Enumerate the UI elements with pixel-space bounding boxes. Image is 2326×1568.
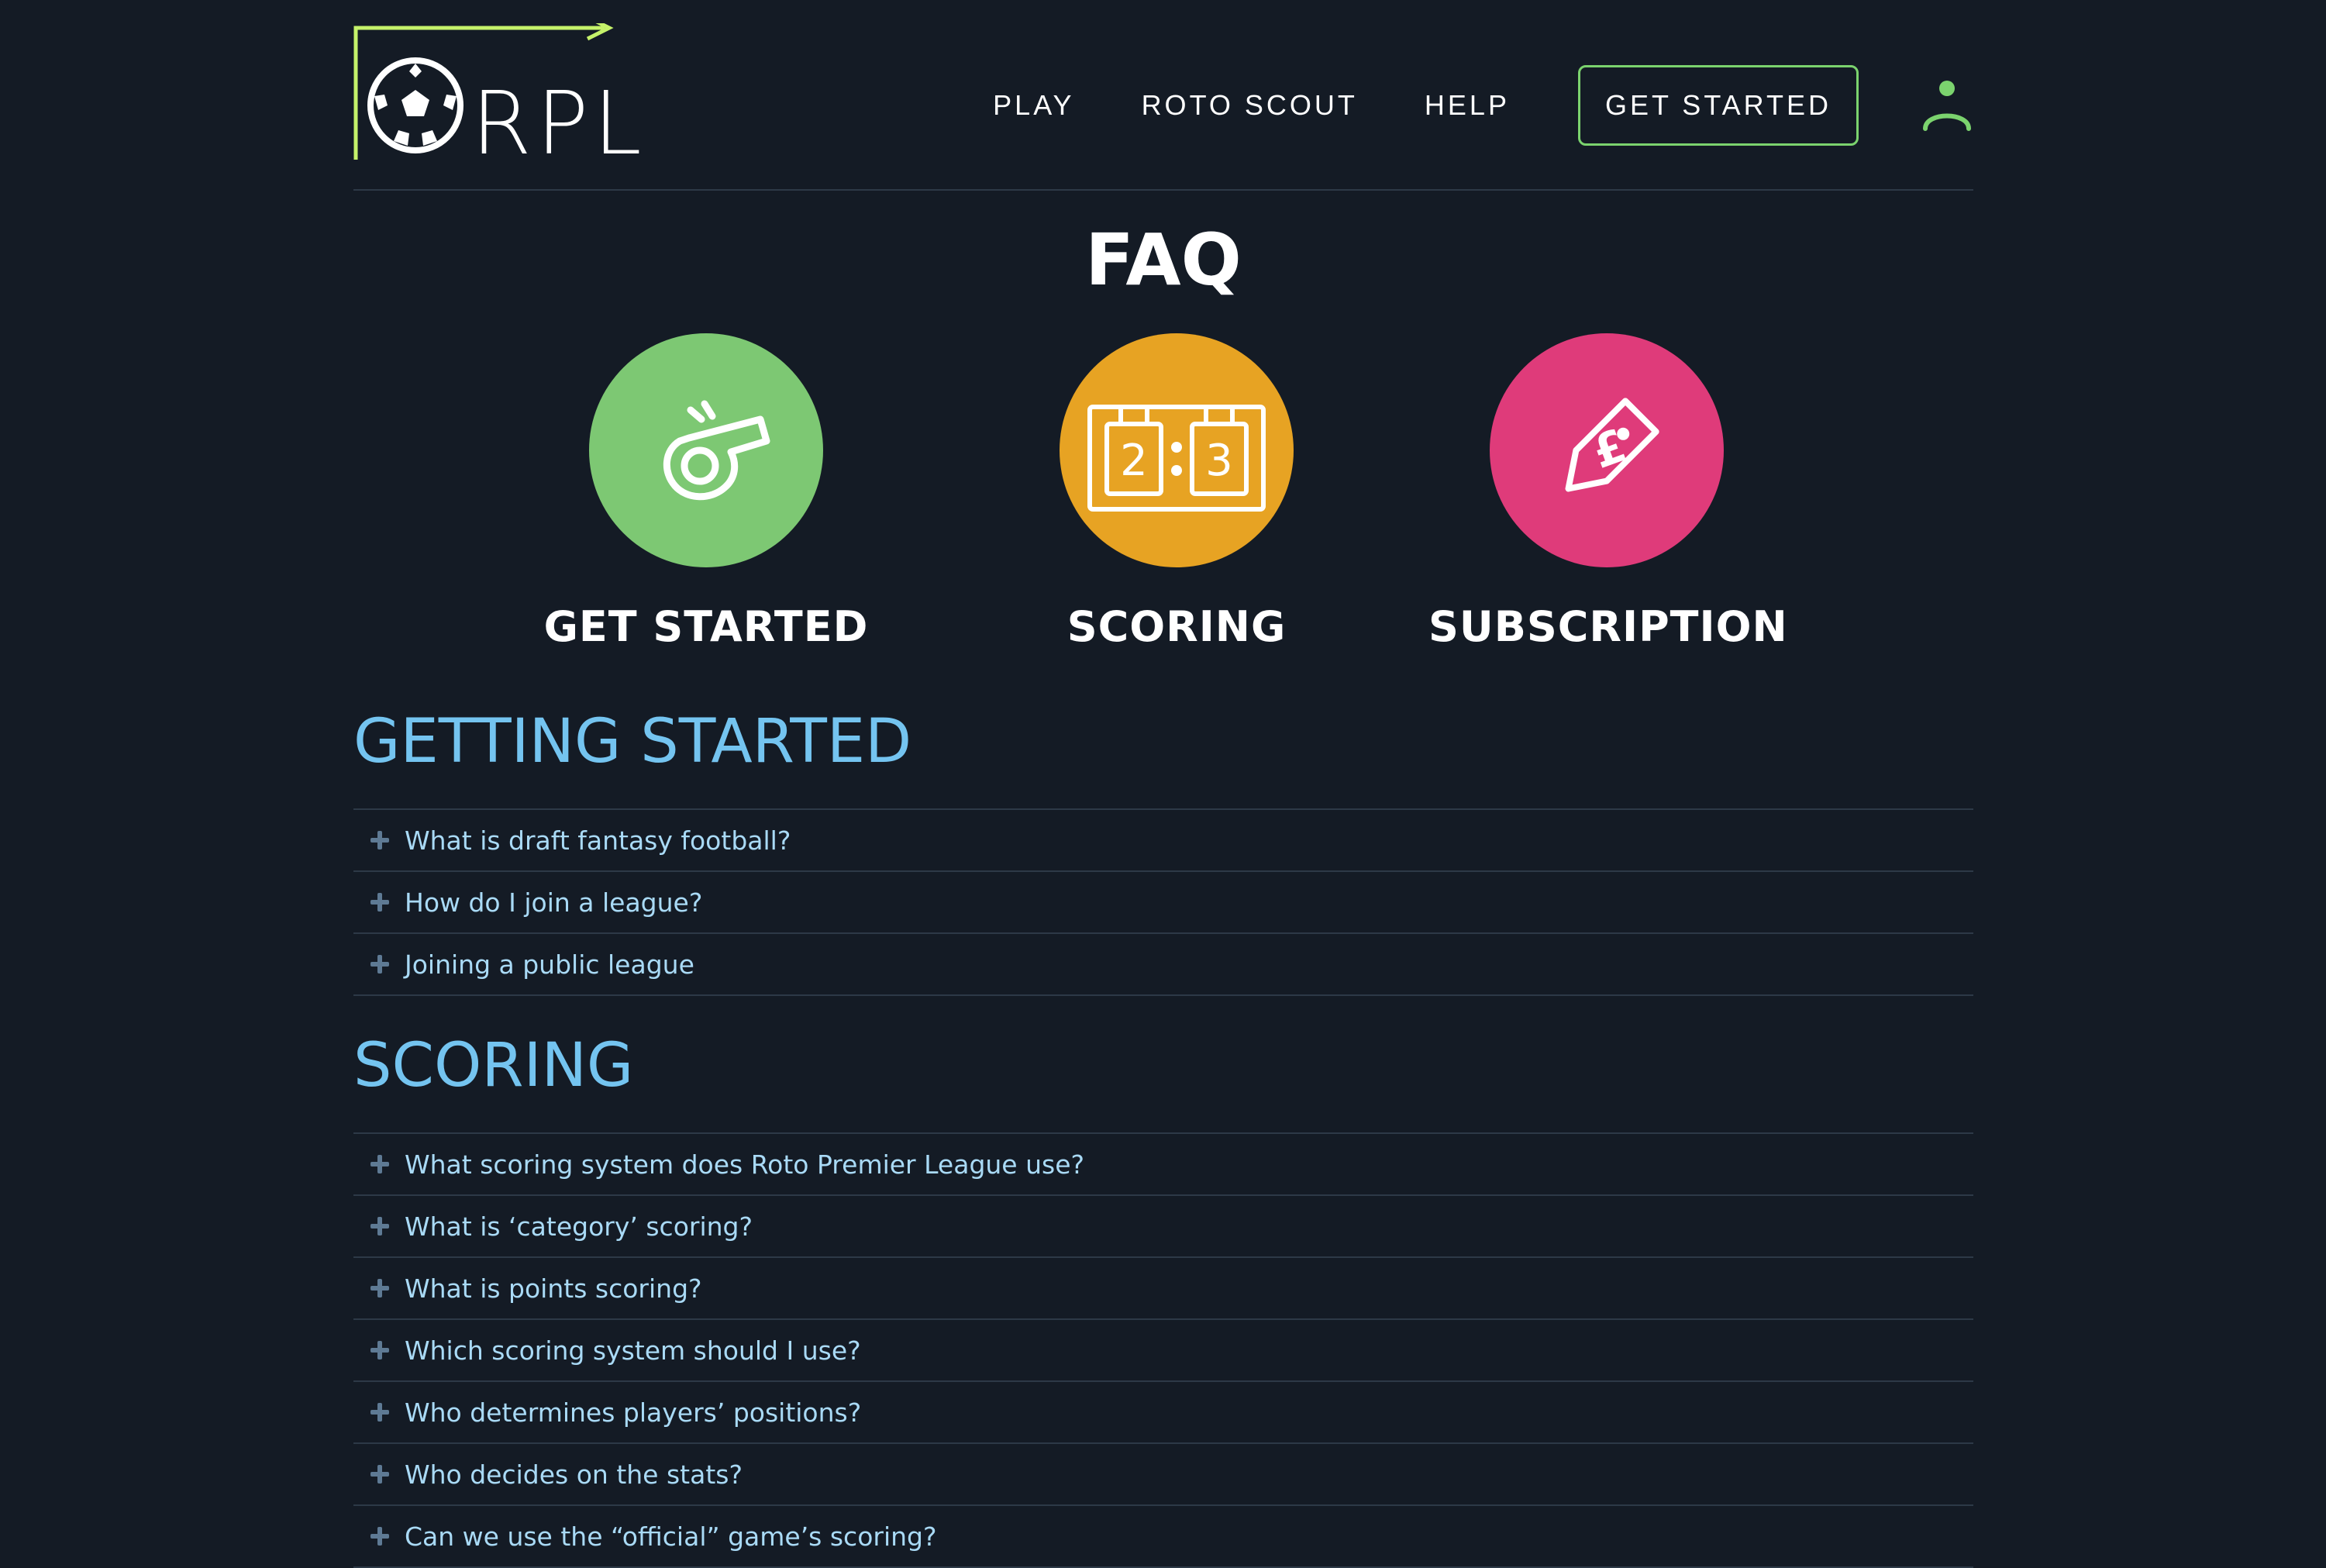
whistle-icon bbox=[663, 400, 770, 501]
page-title: FAQ bbox=[1085, 219, 1242, 302]
scoreboard-away-score: 3 bbox=[1205, 436, 1233, 486]
faq-question: Who decides on the stats? bbox=[405, 1459, 743, 1490]
nav-help[interactable]: HELP bbox=[1425, 89, 1510, 122]
faq-item[interactable]: What scoring system does Roto Premier Le… bbox=[353, 1134, 1973, 1196]
main-nav: PLAY ROTO SCOUT HELP GET STARTED bbox=[993, 65, 1973, 146]
faq-item[interactable]: What is draft fantasy football? bbox=[353, 810, 1973, 872]
faq-list-scoring: What scoring system does Roto Premier Le… bbox=[353, 1132, 1973, 1568]
faq-list-getting-started: What is draft fantasy football? How do I… bbox=[353, 808, 1973, 996]
category-label: SCORING bbox=[1067, 602, 1287, 651]
site-logo[interactable]: RPL bbox=[353, 15, 642, 167]
plus-icon bbox=[370, 1155, 389, 1173]
plus-icon bbox=[370, 955, 389, 974]
plus-icon bbox=[370, 831, 389, 849]
category-label: GET STARTED bbox=[543, 602, 869, 651]
plus-icon bbox=[370, 1465, 389, 1484]
section-title-scoring: SCORING bbox=[353, 1031, 634, 1101]
faq-question: What is draft fantasy football? bbox=[405, 825, 791, 856]
scoreboard-icon: 2 3 bbox=[1087, 405, 1266, 512]
faq-item[interactable]: Who decides on the stats? bbox=[353, 1444, 1973, 1506]
faq-question: Can we use the “official” game’s scoring… bbox=[405, 1521, 937, 1552]
faq-question: Who determines players’ positions? bbox=[405, 1397, 862, 1428]
plus-icon bbox=[370, 893, 389, 912]
scoreboard-home-score: 2 bbox=[1120, 436, 1148, 486]
price-tag-icon: £ bbox=[1565, 398, 1659, 492]
nav-roto-scout[interactable]: ROTO SCOUT bbox=[1142, 89, 1358, 122]
category-circle: £ bbox=[1490, 333, 1724, 567]
plus-icon bbox=[370, 1403, 389, 1422]
faq-question: How do I join a league? bbox=[405, 887, 703, 918]
user-account-button[interactable] bbox=[1921, 78, 1973, 133]
category-circle bbox=[589, 333, 823, 567]
faq-item[interactable]: Can we use the “official” game’s scoring… bbox=[353, 1506, 1973, 1568]
section-title-getting-started: GETTING STARTED bbox=[353, 707, 912, 777]
faq-question: What is ‘category’ scoring? bbox=[405, 1211, 753, 1242]
pound-sign-icon: £ bbox=[1586, 419, 1633, 479]
faq-item[interactable]: Who determines players’ positions? bbox=[353, 1382, 1973, 1444]
faq-question: Which scoring system should I use? bbox=[405, 1335, 861, 1366]
category-circle: 2 3 bbox=[1060, 333, 1294, 567]
plus-icon bbox=[370, 1217, 389, 1235]
site-header: RPL PLAY ROTO SCOUT HELP GET STARTED bbox=[353, 0, 1973, 191]
plus-icon bbox=[370, 1527, 389, 1546]
user-icon bbox=[1923, 81, 1971, 131]
category-label: SUBSCRIPTION bbox=[1428, 602, 1788, 651]
plus-icon bbox=[370, 1279, 389, 1297]
category-scoring[interactable]: 2 3 SCORING bbox=[998, 333, 1355, 648]
faq-question: Joining a public league bbox=[405, 949, 694, 980]
category-subscription[interactable]: £ SUBSCRIPTION bbox=[1428, 333, 1788, 651]
faq-item[interactable]: How do I join a league? bbox=[353, 872, 1973, 934]
page-container: RPL PLAY ROTO SCOUT HELP GET STARTED FAQ bbox=[353, 0, 1973, 1568]
get-started-button[interactable]: GET STARTED bbox=[1577, 65, 1859, 146]
faq-item[interactable]: Joining a public league bbox=[353, 934, 1973, 996]
logo-wordmark: RPL bbox=[471, 74, 646, 174]
faq-item[interactable]: Which scoring system should I use? bbox=[353, 1320, 1973, 1382]
faq-question: What is points scoring? bbox=[405, 1273, 702, 1304]
plus-icon bbox=[370, 1341, 389, 1360]
faq-item[interactable]: What is points scoring? bbox=[353, 1258, 1973, 1320]
nav-play[interactable]: PLAY bbox=[993, 89, 1074, 122]
faq-question: What scoring system does Roto Premier Le… bbox=[405, 1149, 1085, 1180]
faq-item[interactable]: What is ‘category’ scoring? bbox=[353, 1196, 1973, 1258]
category-get-started[interactable]: GET STARTED bbox=[528, 333, 884, 648]
